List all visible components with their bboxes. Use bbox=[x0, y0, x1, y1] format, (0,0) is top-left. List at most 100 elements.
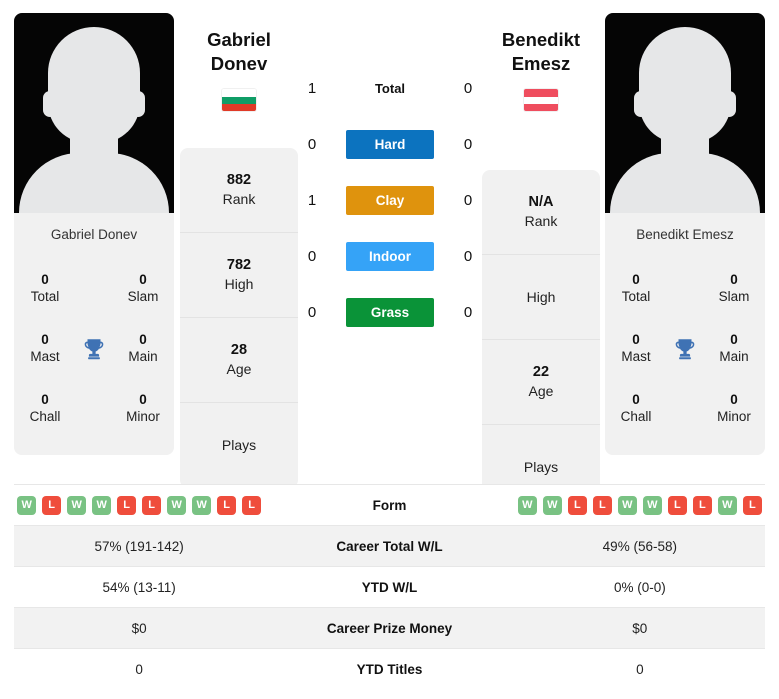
titles-minor-value-left: 0 bbox=[139, 392, 147, 408]
surface-badge-hard[interactable]: Hard bbox=[346, 129, 434, 159]
stat-age-value-right: 22 bbox=[532, 364, 550, 381]
titles-row-chall-minor-right: 0 Chall 0 Minor bbox=[605, 379, 765, 439]
comparison-label: Career Prize Money bbox=[326, 620, 453, 636]
titles-main-value-left: 0 bbox=[139, 332, 147, 348]
comparison-value-left: 54% (13-11) bbox=[102, 579, 176, 595]
stat-rank-left: 882 Rank bbox=[180, 148, 298, 233]
form-badge-win[interactable]: W bbox=[617, 495, 637, 515]
bulgaria-flag-icon bbox=[222, 89, 256, 112]
form-badge-win[interactable]: W bbox=[517, 495, 537, 515]
surface-badge-clay[interactable]: Clay bbox=[346, 185, 434, 215]
form-badge-loss[interactable]: L bbox=[667, 495, 687, 515]
form-badges-left: WLWWLLWWLL bbox=[14, 495, 264, 515]
comparison-value-left: WLWWLLWWLL bbox=[14, 495, 264, 515]
form-badge-win[interactable]: W bbox=[17, 495, 37, 515]
stat-rank-value-right: N/A bbox=[528, 194, 554, 211]
titles-total-label-right: Total bbox=[621, 289, 651, 304]
h2h-score-right-total: 0 bbox=[463, 79, 473, 97]
comparison-value-right: $0 bbox=[632, 620, 648, 636]
stat-rank-label-left: Rank bbox=[222, 191, 256, 208]
titles-mast-label-right: Mast bbox=[621, 349, 651, 364]
comparison-label: Form bbox=[372, 497, 407, 513]
player-firstname-right: Benedikt bbox=[501, 29, 581, 50]
h2h-score-left-grass: 0 bbox=[307, 303, 317, 321]
titles-row-total-slam-left: 0 Total 0 Slam bbox=[14, 259, 174, 319]
form-badge-win[interactable]: W bbox=[717, 495, 737, 515]
titles-slam-right: 0 Slam bbox=[703, 272, 765, 306]
stat-high-right: High bbox=[482, 255, 600, 340]
player-avatar-left bbox=[14, 13, 174, 213]
form-badges-right: WWLLWWLLWL bbox=[515, 495, 765, 515]
form-badge-loss[interactable]: L bbox=[142, 495, 162, 515]
titles-total-label-left: Total bbox=[30, 289, 60, 304]
comparison-value-left: $0 bbox=[131, 620, 147, 636]
form-badge-loss[interactable]: L bbox=[692, 495, 712, 515]
stat-age-right: 22 Age bbox=[482, 340, 600, 425]
h2h-row-indoor: 0 Indoor 0 bbox=[300, 228, 480, 284]
surface-badge-grass[interactable]: Grass bbox=[346, 297, 434, 327]
stat-rank-label-right: Rank bbox=[524, 213, 558, 230]
titles-total-value-right: 0 bbox=[632, 272, 640, 288]
titles-slam-label-right: Slam bbox=[718, 289, 750, 304]
titles-row-mast-main-right: 0 Mast 0 Main bbox=[605, 319, 765, 379]
comparison-value-left: 0 bbox=[135, 661, 143, 677]
titles-row-chall-minor-left: 0 Chall 0 Minor bbox=[14, 379, 174, 439]
silhouette-body-icon bbox=[19, 153, 169, 213]
form-badge-loss[interactable]: L bbox=[217, 495, 237, 515]
stat-panel-left: 882 Rank 782 High 28 Age Plays bbox=[180, 148, 298, 488]
form-badge-win[interactable]: W bbox=[92, 495, 112, 515]
titles-mast-value-right: 0 bbox=[632, 332, 640, 348]
comparison-label: YTD W/L bbox=[361, 579, 418, 595]
titles-chall-value-right: 0 bbox=[632, 392, 640, 408]
stat-rank-value-left: 882 bbox=[226, 172, 252, 189]
stat-high-label-left: High bbox=[224, 276, 254, 293]
form-badge-loss[interactable]: L bbox=[567, 495, 587, 515]
stat-age-value-left: 28 bbox=[230, 342, 248, 359]
silhouette-ear-left-icon bbox=[43, 91, 57, 117]
titles-minor-value-right: 0 bbox=[730, 392, 738, 408]
head-to-head-surfaces: 1 Total 0 0 Hard 0 1 Clay 0 0 Indoor 0 0 Grass 0 bbox=[300, 60, 480, 340]
h2h-score-left-clay: 1 bbox=[307, 191, 317, 209]
h2h-score-left-total: 1 bbox=[307, 79, 317, 97]
h2h-row-grass: 0 Grass 0 bbox=[300, 284, 480, 340]
player-comparison-page: Gabriel Donev 0 Total 0 Slam 0 Mast 0 Ma… bbox=[0, 0, 779, 699]
form-badge-win[interactable]: W bbox=[192, 495, 212, 515]
titles-chall-value-left: 0 bbox=[41, 392, 49, 408]
titles-total-left: 0 Total bbox=[14, 272, 76, 306]
stat-rank-right: N/A Rank bbox=[482, 170, 600, 255]
form-badge-win[interactable]: W bbox=[542, 495, 562, 515]
surface-badge-indoor[interactable]: Indoor bbox=[346, 241, 434, 271]
player-name-block-left[interactable]: Gabriel Donev bbox=[164, 28, 314, 112]
form-badge-loss[interactable]: L bbox=[592, 495, 612, 515]
player-card-name-right: Benedikt Emesz bbox=[605, 213, 765, 255]
stat-age-label-right: Age bbox=[528, 383, 554, 400]
titles-slam-label-left: Slam bbox=[127, 289, 159, 304]
stat-age-left: 28 Age bbox=[180, 318, 298, 403]
titles-chall-label-right: Chall bbox=[620, 409, 652, 424]
form-badge-win[interactable]: W bbox=[642, 495, 662, 515]
player-card-left[interactable]: Gabriel Donev 0 Total 0 Slam 0 Mast 0 Ma… bbox=[14, 13, 174, 455]
h2h-row-total: 1 Total 0 bbox=[300, 60, 480, 116]
titles-minor-label-right: Minor bbox=[717, 409, 751, 424]
titles-mast-label-left: Mast bbox=[30, 349, 60, 364]
form-badge-loss[interactable]: L bbox=[42, 495, 62, 515]
titles-slam-value-left: 0 bbox=[139, 272, 147, 288]
titles-row-mast-main-left: 0 Mast 0 Main bbox=[14, 319, 174, 379]
comparison-table: W L W W L L W W L L Form W W L L W W L L W L 57% (191-142) Car… bbox=[14, 484, 765, 689]
form-badge-win[interactable]: W bbox=[67, 495, 87, 515]
silhouette-ear-left-icon bbox=[634, 91, 648, 117]
form-badge-loss[interactable]: L bbox=[117, 495, 137, 515]
form-badge-win[interactable]: W bbox=[167, 495, 187, 515]
h2h-score-left-indoor: 0 bbox=[307, 247, 317, 265]
titles-total-right: 0 Total bbox=[605, 272, 667, 306]
form-badge-loss[interactable]: L bbox=[242, 495, 262, 515]
player-card-right[interactable]: Benedikt Emesz 0 Total 0 Slam 0 Mast 0 M… bbox=[605, 13, 765, 455]
stat-panel-right: N/A Rank High 22 Age Plays bbox=[482, 170, 600, 510]
trophy-icon bbox=[667, 336, 703, 362]
comparison-header: Gabriel Donev 0 Total 0 Slam 0 Mast 0 Ma… bbox=[0, 0, 779, 510]
form-badge-loss[interactable]: L bbox=[742, 495, 762, 515]
titles-main-right: 0 Main bbox=[703, 332, 765, 366]
silhouette-ear-right-icon bbox=[722, 91, 736, 117]
player-name-block-right[interactable]: Benedikt Emesz bbox=[466, 28, 616, 112]
table-row: 0 YTD Titles 0 bbox=[14, 648, 765, 689]
